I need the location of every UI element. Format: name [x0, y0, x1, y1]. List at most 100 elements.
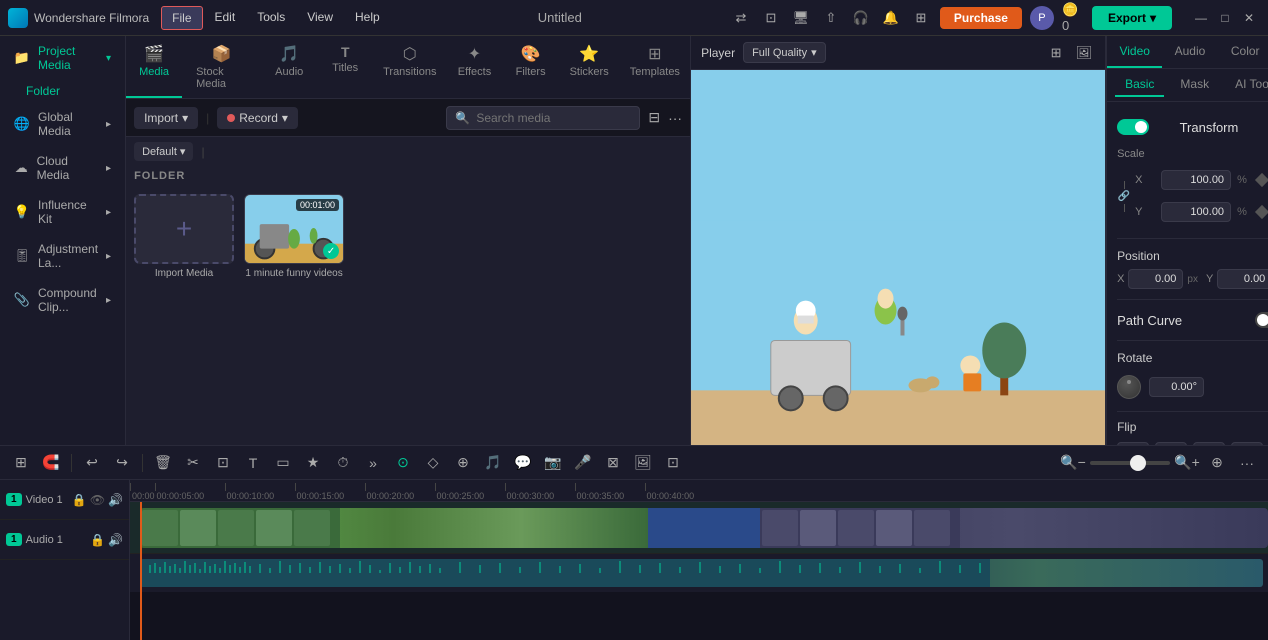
green-circle-button[interactable]: ⊙: [390, 450, 416, 476]
avatar[interactable]: P: [1030, 6, 1054, 30]
purchase-button[interactable]: Purchase: [940, 7, 1022, 29]
tab-effects[interactable]: ✦ Effects: [446, 36, 502, 98]
tab-video[interactable]: Video: [1107, 36, 1162, 68]
tab-stickers[interactable]: ⭐ Stickers: [559, 36, 620, 98]
position-y-input[interactable]: [1217, 269, 1268, 289]
effects-btn[interactable]: ★: [300, 450, 326, 476]
video-thumb[interactable]: 00:01:00 ✓: [244, 194, 344, 264]
video-vol-button[interactable]: 🔊: [108, 493, 123, 507]
menu-view[interactable]: View: [297, 6, 343, 30]
video-lock-button[interactable]: 🔒: [72, 493, 87, 507]
audio-tl-btn[interactable]: 🎵: [480, 450, 506, 476]
menu-help[interactable]: Help: [345, 6, 390, 30]
crop-button[interactable]: ⊡: [210, 450, 236, 476]
video-card[interactable]: 00:01:00 ✓ 1 minute funny videos: [244, 194, 344, 279]
scale-x-input[interactable]: [1161, 170, 1231, 190]
sidebar-item-cloud-media[interactable]: ☁ Cloud Media ▸: [4, 147, 121, 189]
match-cut-btn[interactable]: ⊠: [600, 450, 626, 476]
sidebar-item-global-media[interactable]: 🌐 Global Media ▸: [4, 103, 121, 145]
menu-file[interactable]: File: [161, 6, 202, 30]
more-options-icon[interactable]: ···: [668, 110, 682, 126]
headphone-icon[interactable]: 🎧: [850, 7, 872, 29]
sort-default-button[interactable]: Default ▾: [134, 142, 193, 161]
sidebar-item-project-media[interactable]: 📁 Project Media ▾: [4, 37, 121, 79]
clip-segment-2[interactable]: [760, 508, 1268, 548]
pip-btn[interactable]: 🖼: [630, 450, 656, 476]
keyframe-tl-button[interactable]: ◇: [420, 450, 446, 476]
tab-titles[interactable]: T Titles: [317, 36, 373, 98]
menu-tools[interactable]: Tools: [247, 6, 295, 30]
tab-color[interactable]: Color: [1218, 36, 1268, 68]
sub-tab-ai-tools[interactable]: AI Tools: [1225, 73, 1268, 97]
screen-icon[interactable]: 🖥: [790, 7, 812, 29]
tab-audio[interactable]: Audio: [1162, 36, 1217, 68]
path-curve-toggle[interactable]: [1255, 312, 1268, 328]
timeline-view-button[interactable]: ⊞: [8, 450, 34, 476]
minimize-button[interactable]: —: [1190, 7, 1212, 29]
tab-filters[interactable]: 🎨 Filters: [503, 36, 559, 98]
scale-y-keyframe[interactable]: [1253, 203, 1268, 221]
add-track-btn[interactable]: ⊕: [1204, 450, 1230, 476]
maximize-button[interactable]: □: [1214, 7, 1236, 29]
menu-edit[interactable]: Edit: [205, 6, 246, 30]
fullscreen-icon[interactable]: 🖼: [1073, 42, 1095, 64]
redo-button[interactable]: ↪: [109, 450, 135, 476]
notification-icon[interactable]: 🔔: [880, 7, 902, 29]
zoom-in-btn[interactable]: 🔍+: [1174, 450, 1200, 476]
magnet-button[interactable]: 🧲: [38, 450, 64, 476]
cut-button[interactable]: ✂: [180, 450, 206, 476]
zoom-slider[interactable]: [1090, 461, 1170, 465]
audio-vol-button[interactable]: 🔊: [108, 533, 123, 547]
sidebar-folder[interactable]: Folder: [0, 80, 125, 102]
scale-y-input[interactable]: [1161, 202, 1231, 222]
audio-lock-button[interactable]: 🔒: [90, 533, 105, 547]
tab-audio[interactable]: 🎵 Audio: [261, 36, 317, 98]
subtitle-icon[interactable]: ⊡: [760, 7, 782, 29]
more-tl-btn[interactable]: ···: [1234, 450, 1260, 476]
sub-tab-mask[interactable]: Mask: [1170, 73, 1219, 97]
tab-transitions[interactable]: ⬡ Transitions: [373, 36, 446, 98]
close-button[interactable]: ✕: [1238, 7, 1260, 29]
mic-btn[interactable]: 🎤: [570, 450, 596, 476]
coin-icon[interactable]: 🪙 0: [1062, 7, 1084, 29]
clip-segment-1[interactable]: [140, 508, 648, 548]
rect-button[interactable]: ▭: [270, 450, 296, 476]
quality-select[interactable]: Full Quality ▾: [743, 42, 826, 63]
camera-tl-btn[interactable]: 📷: [540, 450, 566, 476]
playhead[interactable]: [140, 502, 142, 640]
tab-templates[interactable]: ⊞ Templates: [620, 36, 690, 98]
text-button[interactable]: T: [240, 450, 266, 476]
speed-button[interactable]: ⏱: [330, 450, 356, 476]
scale-x-keyframe[interactable]: [1253, 171, 1268, 189]
video-eye-button[interactable]: 👁: [90, 493, 105, 507]
undo-button[interactable]: ↩: [79, 450, 105, 476]
transform-toggle[interactable]: [1117, 119, 1149, 135]
delete-button[interactable]: 🗑: [150, 450, 176, 476]
share-icon[interactable]: ⇧: [820, 7, 842, 29]
subtitle-tl-btn[interactable]: 💬: [510, 450, 536, 476]
zoom-out-btn[interactable]: 🔍−: [1060, 450, 1086, 476]
import-media-thumb[interactable]: +: [134, 194, 234, 264]
sidebar-item-adjustment[interactable]: 🎚 Adjustment La... ▸: [4, 235, 121, 277]
connect-icon[interactable]: ⇄: [730, 7, 752, 29]
split-btn[interactable]: ⊕: [450, 450, 476, 476]
position-x-input[interactable]: [1128, 269, 1183, 289]
tab-media[interactable]: 🎬 Media: [126, 36, 182, 98]
clip-segment-blue[interactable]: [648, 508, 761, 548]
sidebar-item-influence-kit[interactable]: 💡 Influence Kit ▸: [4, 191, 121, 233]
sub-tab-basic[interactable]: Basic: [1115, 73, 1164, 97]
import-button[interactable]: Import ▾: [134, 107, 198, 129]
sidebar-item-compound[interactable]: 📎 Compound Clip... ▸: [4, 279, 121, 321]
tab-stock-media[interactable]: 📦 Stock Media: [182, 36, 261, 98]
import-media-card[interactable]: + Import Media: [134, 194, 234, 279]
export-button[interactable]: Export ▾: [1092, 6, 1172, 30]
transition-btn[interactable]: ⊡: [660, 450, 686, 476]
grid-icon[interactable]: ⊞: [910, 7, 932, 29]
rotate-input[interactable]: [1149, 377, 1204, 397]
filter-icon[interactable]: ⊟: [648, 109, 660, 126]
record-button[interactable]: Record ▾: [217, 107, 298, 129]
more-btn[interactable]: »: [360, 450, 386, 476]
grid-view-icon[interactable]: ⊞: [1045, 42, 1067, 64]
rotate-knob[interactable]: [1117, 375, 1141, 399]
search-input[interactable]: [476, 111, 631, 125]
